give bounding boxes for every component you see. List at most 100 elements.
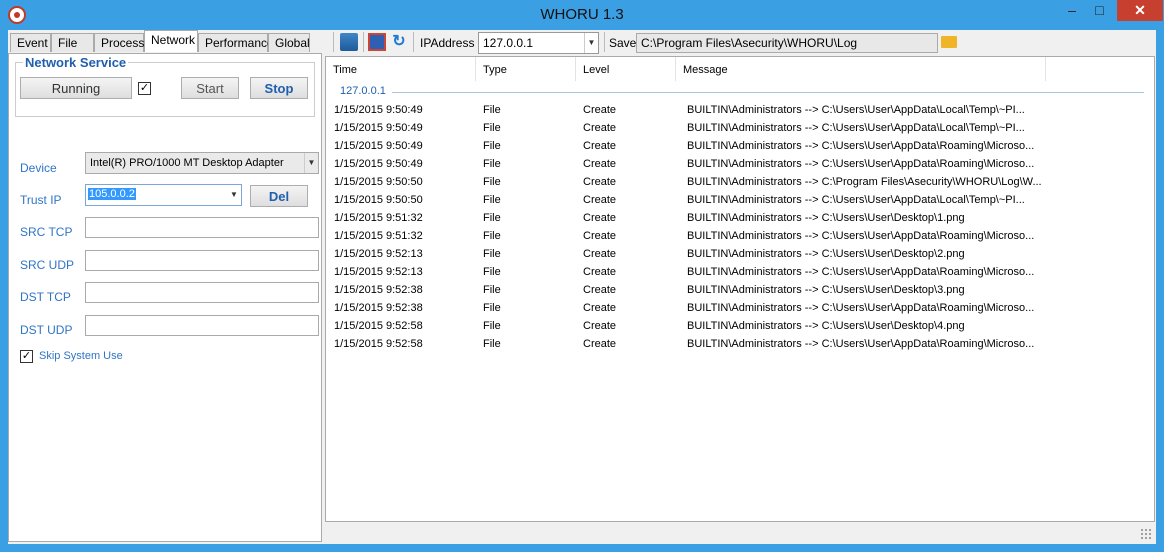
ip-address-value: 127.0.0.1 (483, 36, 534, 50)
tab-event[interactable]: Event (10, 33, 51, 52)
tab-global[interactable]: Global (268, 33, 310, 52)
table-row[interactable]: 1/15/2015 9:52:58 File Create BUILTIN\Admin… (326, 336, 1154, 354)
log-message: BUILTIN\Administrators --> C:\Users\User… (687, 302, 1035, 314)
tab-network[interactable]: Network (144, 30, 198, 52)
table-row[interactable]: 1/15/2015 9:51:32 File Create BUILTIN\Admin… (326, 210, 1154, 228)
log-level: Create (583, 122, 617, 134)
save-icon[interactable] (368, 33, 386, 51)
toolbar-separator (363, 32, 364, 52)
log-level: Create (583, 302, 617, 314)
maximize-button[interactable]: □ (1086, 0, 1113, 21)
window-title: WHORU 1.3 (540, 6, 624, 23)
log-level: Create (583, 338, 617, 350)
log-type: File (483, 176, 501, 188)
start-button[interactable]: Start (181, 77, 239, 99)
log-type: File (483, 230, 501, 242)
log-message: BUILTIN\Administrators --> C:\Users\User… (687, 266, 1035, 278)
resize-grip-icon[interactable] (1140, 528, 1152, 540)
column-header-level[interactable]: Level (576, 57, 676, 81)
dst-udp-label: DST UDP (20, 323, 73, 337)
ip-address-combo[interactable]: 127.0.0.1 ▼ (478, 32, 599, 54)
table-row[interactable]: 1/15/2015 9:50:49 File Create BUILTIN\Admin… (326, 138, 1154, 156)
chevron-down-icon[interactable]: ▼ (304, 153, 318, 173)
log-message: BUILTIN\Administrators --> C:\Users\User… (687, 338, 1035, 350)
table-row[interactable]: 1/15/2015 9:52:38 File Create BUILTIN\Admin… (326, 300, 1154, 318)
dst-tcp-field[interactable] (85, 282, 319, 303)
status-bar (325, 523, 1155, 543)
save-path-field[interactable]: C:\Program Files\Asecurity\WHORU\Log (636, 33, 938, 53)
log-type: File (483, 194, 501, 206)
src-udp-field[interactable] (85, 250, 319, 271)
log-level: Create (583, 284, 617, 296)
log-message: BUILTIN\Administrators --> C:\Users\User… (687, 104, 1025, 116)
log-time: 1/15/2015 9:52:58 (334, 338, 423, 350)
log-type: File (483, 302, 501, 314)
log-message: BUILTIN\Administrators --> C:\Users\User… (687, 158, 1035, 170)
table-row[interactable]: 1/15/2015 9:50:49 File Create BUILTIN\Admin… (326, 102, 1154, 120)
device-select[interactable]: Intel(R) PRO/1000 MT Desktop Adapter ▼ (85, 152, 319, 174)
log-level: Create (583, 320, 617, 332)
dst-tcp-label: DST TCP (20, 290, 71, 304)
log-list[interactable]: Time Type Level Message 127.0.0.1 1/15/2… (325, 56, 1155, 522)
stop-button[interactable]: Stop (250, 77, 308, 99)
title-bar[interactable]: WHORU 1.3 – □ ✕ (0, 0, 1164, 30)
log-level: Create (583, 212, 617, 224)
log-level: Create (583, 266, 617, 278)
log-time: 1/15/2015 9:52:38 (334, 284, 423, 296)
log-time: 1/15/2015 9:50:49 (334, 122, 423, 134)
network-settings-panel: Network Service Running ✓ Start Stop Dev… (8, 53, 322, 542)
tab-process[interactable]: Process (94, 33, 144, 52)
table-row[interactable]: 1/15/2015 9:52:58 File Create BUILTIN\Admin… (326, 318, 1154, 336)
log-level: Create (583, 176, 617, 188)
del-button[interactable]: Del (250, 185, 308, 207)
trust-ip-label: Trust IP (20, 193, 62, 207)
table-row[interactable]: 1/15/2015 9:50:50 File Create BUILTIN\Admin… (326, 192, 1154, 210)
column-header-time[interactable]: Time (326, 57, 476, 81)
log-message: BUILTIN\Administrators --> C:\Users\User… (687, 122, 1025, 134)
table-row[interactable]: 1/15/2015 9:52:38 File Create BUILTIN\Admin… (326, 282, 1154, 300)
log-group-header[interactable]: 127.0.0.1 (340, 85, 386, 97)
tab-performance[interactable]: Performance (198, 33, 274, 52)
log-time: 1/15/2015 9:50:49 (334, 140, 423, 152)
minimize-button[interactable]: – (1058, 0, 1086, 21)
running-status-button[interactable]: Running (20, 77, 132, 99)
tab-file[interactable]: File (51, 33, 94, 52)
log-message: BUILTIN\Administrators --> C:\Users\User… (687, 230, 1035, 242)
toolbar-separator (333, 32, 334, 52)
close-button[interactable]: ✕ (1117, 0, 1163, 21)
trust-ip-combo[interactable]: 105.0.0.2 ▼ (85, 184, 242, 206)
log-type: File (483, 320, 501, 332)
table-row[interactable]: 1/15/2015 9:52:13 File Create BUILTIN\Admin… (326, 264, 1154, 282)
log-time: 1/15/2015 9:52:38 (334, 302, 423, 314)
log-message: BUILTIN\Administrators --> C:\Users\User… (687, 140, 1035, 152)
running-checkbox[interactable]: ✓ (138, 82, 151, 95)
log-message: BUILTIN\Administrators --> C:\Users\User… (687, 212, 965, 224)
log-type: File (483, 284, 501, 296)
log-type: File (483, 158, 501, 170)
dst-udp-field[interactable] (85, 315, 319, 336)
client-area: Event File Process Network Performance G… (8, 30, 1156, 544)
log-time: 1/15/2015 9:50:49 (334, 158, 423, 170)
skip-system-label: Skip System Use (39, 350, 123, 362)
table-row[interactable]: 1/15/2015 9:50:49 File Create BUILTIN\Admin… (326, 156, 1154, 174)
chevron-down-icon[interactable]: ▼ (584, 33, 598, 53)
skip-system-checkbox[interactable]: ✓ (20, 350, 33, 363)
table-row[interactable]: 1/15/2015 9:51:32 File Create BUILTIN\Admin… (326, 228, 1154, 246)
log-time: 1/15/2015 9:51:32 (334, 230, 423, 242)
log-message: BUILTIN\Administrators --> C:\Users\User… (687, 320, 965, 332)
refresh-icon[interactable]: ↻ (390, 33, 408, 51)
app-window: WHORU 1.3 – □ ✕ Event File Process Netwo… (0, 0, 1164, 552)
save-label: Save (609, 36, 637, 50)
log-level: Create (583, 140, 617, 152)
src-tcp-field[interactable] (85, 217, 319, 238)
chevron-down-icon[interactable]: ▼ (227, 185, 241, 205)
book-icon[interactable] (340, 33, 358, 51)
folder-icon[interactable] (941, 36, 957, 48)
table-row[interactable]: 1/15/2015 9:50:50 File Create BUILTIN\Admin… (326, 174, 1154, 192)
log-time: 1/15/2015 9:52:13 (334, 266, 423, 278)
column-header-message[interactable]: Message (676, 57, 1046, 81)
table-row[interactable]: 1/15/2015 9:52:13 File Create BUILTIN\Admin… (326, 246, 1154, 264)
log-time: 1/15/2015 9:52:58 (334, 320, 423, 332)
table-row[interactable]: 1/15/2015 9:50:49 File Create BUILTIN\Admin… (326, 120, 1154, 138)
column-header-type[interactable]: Type (476, 57, 576, 81)
